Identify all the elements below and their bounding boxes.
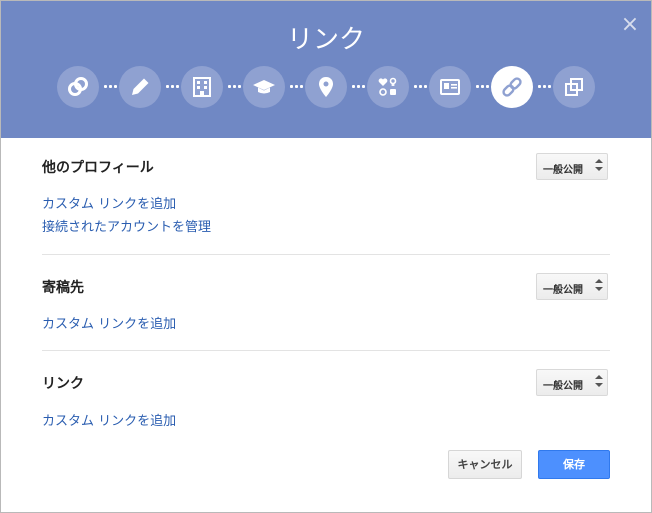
manage-connected-accounts-link[interactable]: 接続されたアカウントを管理 — [42, 216, 211, 235]
section-title: 他のプロフィール — [42, 160, 154, 176]
dialog-header: リンク × — [1, 1, 651, 138]
step-circles[interactable] — [57, 66, 99, 108]
visibility-select[interactable]: 一般公開 — [536, 273, 608, 300]
cancel-button[interactable]: キャンセル — [448, 450, 522, 479]
add-custom-link[interactable]: カスタム リンクを追加 — [42, 410, 176, 429]
visibility-label: 一般公開 — [543, 381, 583, 392]
updown-arrow-icon — [595, 159, 603, 171]
add-custom-link[interactable]: カスタム リンクを追加 — [42, 193, 176, 212]
step-dots — [476, 85, 490, 89]
visibility-label: 一般公開 — [543, 285, 583, 296]
step-other[interactable] — [553, 66, 595, 108]
step-pencil[interactable] — [119, 66, 161, 108]
edit-links-dialog: リンク × 他のプロフィール 一般公開 カスタム リンクを追加 接続されたアカウ… — [0, 0, 652, 513]
section-title: 寄稿先 — [42, 280, 84, 296]
section-title: リンク — [42, 376, 84, 392]
building-icon — [193, 77, 211, 97]
link-icon — [502, 77, 522, 97]
section-other-profiles: 他のプロフィール 一般公開 カスタム リンクを追加 接続されたアカウントを管理 — [42, 153, 610, 237]
contact-card-icon — [440, 79, 460, 95]
close-icon[interactable]: × — [619, 14, 641, 36]
step-links[interactable] — [491, 66, 533, 108]
section-divider — [42, 350, 610, 351]
circles-icon — [68, 77, 88, 96]
step-education[interactable] — [243, 66, 285, 108]
step-dots — [228, 85, 242, 89]
section-links: リンク 一般公開 カスタム リンクを追加 — [42, 369, 610, 433]
section-divider — [42, 254, 610, 255]
updown-arrow-icon — [595, 279, 603, 291]
step-dots — [166, 85, 180, 89]
step-dots — [290, 85, 304, 89]
copy-icon — [565, 78, 583, 96]
map-pin-icon — [319, 77, 333, 97]
visibility-select[interactable]: 一般公開 — [536, 153, 608, 180]
step-dots — [538, 85, 552, 89]
step-building[interactable] — [181, 66, 223, 108]
step-dots — [104, 85, 118, 89]
section-contributor-to: 寄稿先 一般公開 カスタム リンクを追加 — [42, 273, 610, 337]
symbols-icon — [378, 77, 397, 96]
step-personal[interactable] — [367, 66, 409, 108]
graduation-cap-icon — [253, 80, 275, 94]
visibility-label: 一般公開 — [543, 165, 583, 176]
save-button[interactable]: 保存 — [538, 450, 610, 479]
step-places[interactable] — [305, 66, 347, 108]
step-contact[interactable] — [429, 66, 471, 108]
dialog-title: リンク — [286, 25, 365, 55]
step-dots — [352, 85, 366, 89]
step-dots — [414, 85, 428, 89]
visibility-select[interactable]: 一般公開 — [536, 369, 608, 396]
pencil-icon — [132, 78, 149, 95]
updown-arrow-icon — [595, 375, 603, 387]
add-custom-link[interactable]: カスタム リンクを追加 — [42, 313, 176, 332]
